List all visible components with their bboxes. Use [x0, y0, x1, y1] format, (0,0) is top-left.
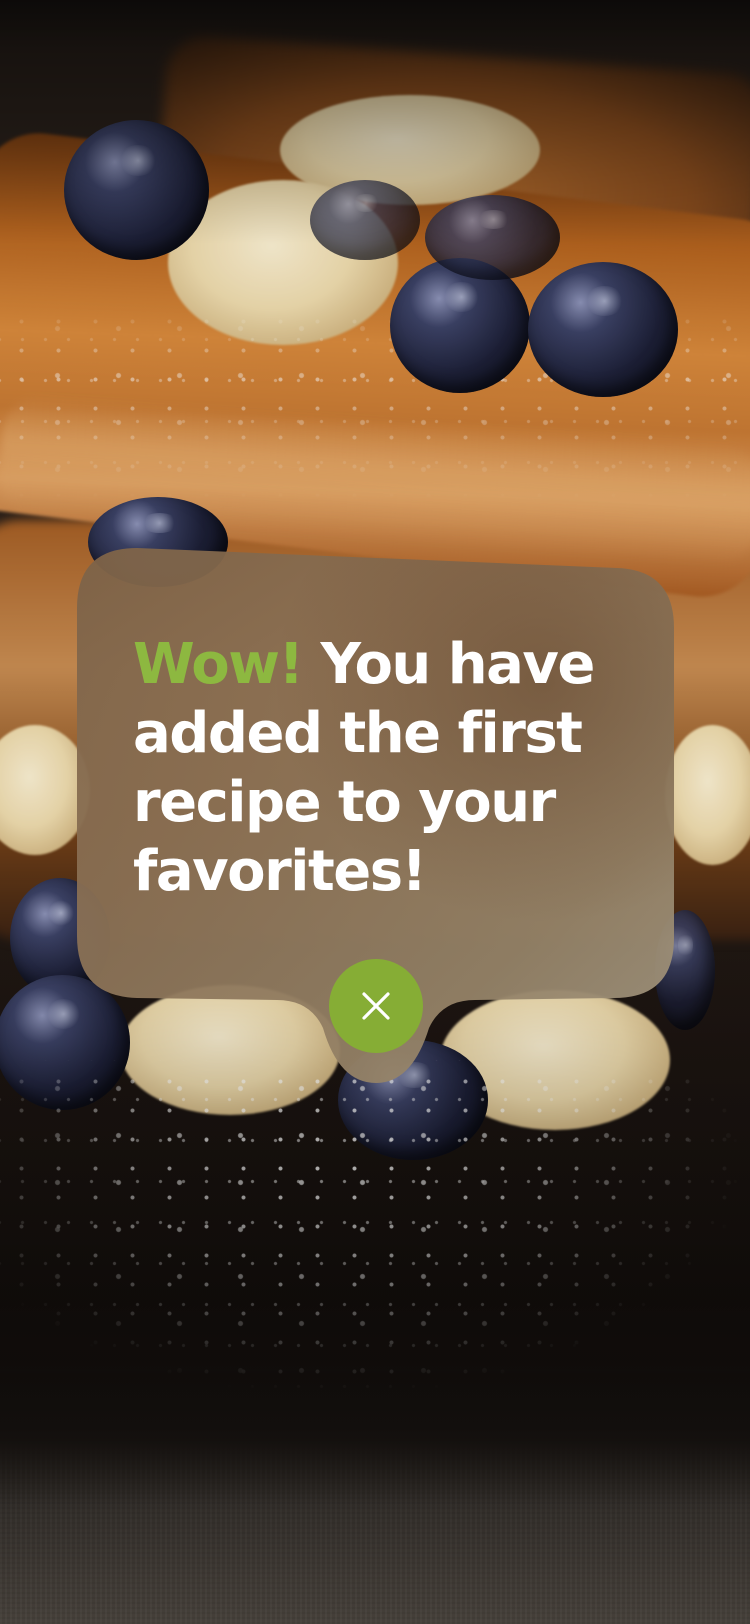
notification-highlight: Wow! — [133, 632, 304, 697]
close-icon — [361, 991, 391, 1021]
notification-message: Wow! You have added the first recipe to … — [133, 630, 633, 906]
screen: Wow! You have added the first recipe to … — [0, 0, 750, 1624]
favorite-added-notification: Wow! You have added the first recipe to … — [77, 548, 674, 1083]
close-button[interactable] — [329, 959, 423, 1053]
